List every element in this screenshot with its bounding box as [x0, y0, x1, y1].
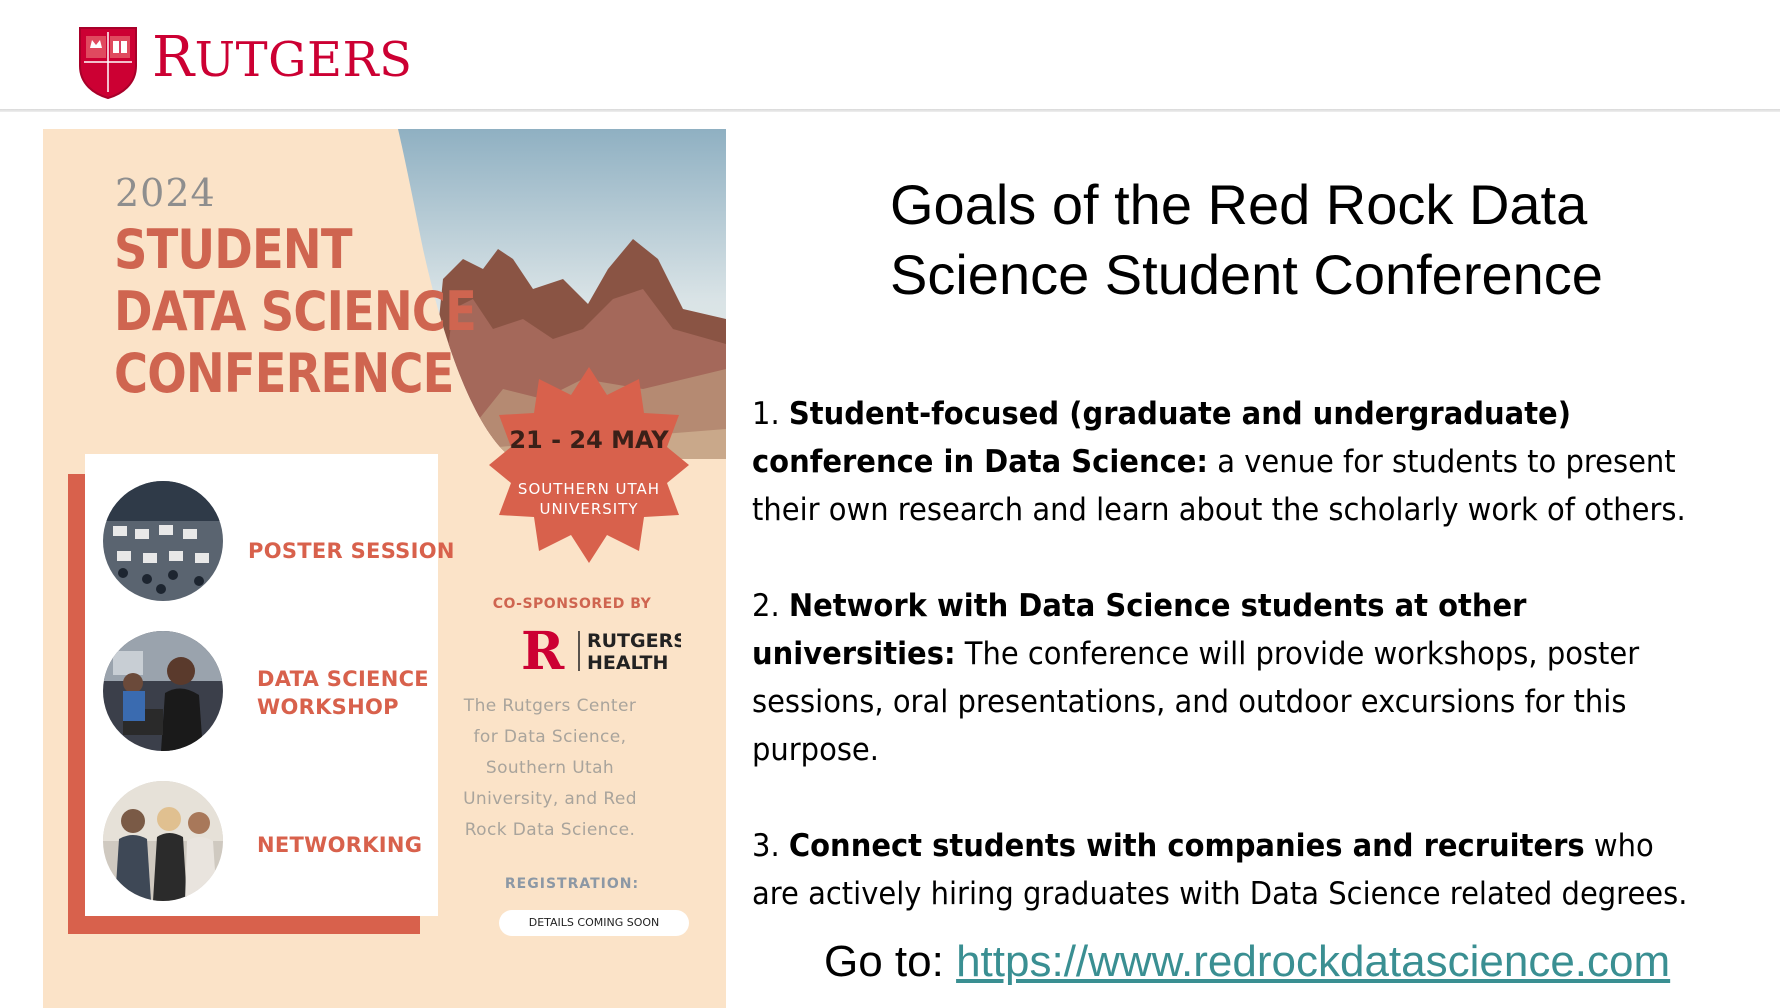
conference-location: SOUTHERN UTAH UNIVERSITY	[517, 480, 661, 518]
goals-list: 1. Student-focused (graduate and undergr…	[752, 390, 1706, 966]
header-divider	[0, 109, 1780, 112]
networking-photo	[103, 781, 223, 901]
activity-label-poster-session: POSTER SESSION	[248, 539, 455, 563]
poster-session-photo	[103, 481, 223, 601]
registration-status-pill: DETAILS COMING SOON	[499, 910, 689, 936]
rutgers-health-logo: R RUTGERS HEALTH	[521, 625, 681, 675]
activity-label-networking: NETWORKING	[257, 833, 423, 857]
goal-item: 1. Student-focused (graduate and undergr…	[752, 396, 1686, 528]
slide-header: RUTGERS	[0, 0, 1780, 112]
slide-title: Goals of the Red Rock Data Science Stude…	[890, 173, 1603, 306]
cosponsored-label: CO-SPONSORED BY	[492, 596, 652, 612]
conference-dates: 21 - 24 MAY	[509, 426, 669, 454]
activity-label-workshop: DATA SCIENCE WORKSHOP	[257, 667, 429, 719]
goal-item: 3. Connect students with companies and r…	[752, 828, 1688, 912]
workshop-photo	[103, 631, 223, 751]
rutgers-shield-icon	[79, 27, 137, 100]
date-badge-starburst	[489, 367, 689, 563]
poster-title: STUDENT DATA SCIENCE CONFERENCE	[114, 218, 477, 405]
website-call-to-action: Go to: https://www.redrockdatascience.co…	[824, 937, 1671, 986]
svg-text:HEALTH: HEALTH	[587, 652, 668, 674]
cosponsor-partners: The Rutgers Center for Data Science, Sou…	[463, 696, 637, 840]
rutgers-wordmark: RUTGERS	[152, 25, 413, 90]
svg-text:RUTGERS: RUTGERS	[587, 630, 681, 652]
website-link[interactable]: https://www.redrockdatascience.com	[956, 937, 1670, 986]
goal-item: 2. Network with Data Science students at…	[752, 588, 1640, 768]
poster-year: 2024	[115, 171, 216, 215]
conference-poster: 2024 STUDENT DATA SCIENCE CONFERENCE 21 …	[43, 129, 726, 1008]
svg-text:R: R	[521, 625, 565, 675]
registration-label: REGISTRATION:	[504, 876, 640, 892]
